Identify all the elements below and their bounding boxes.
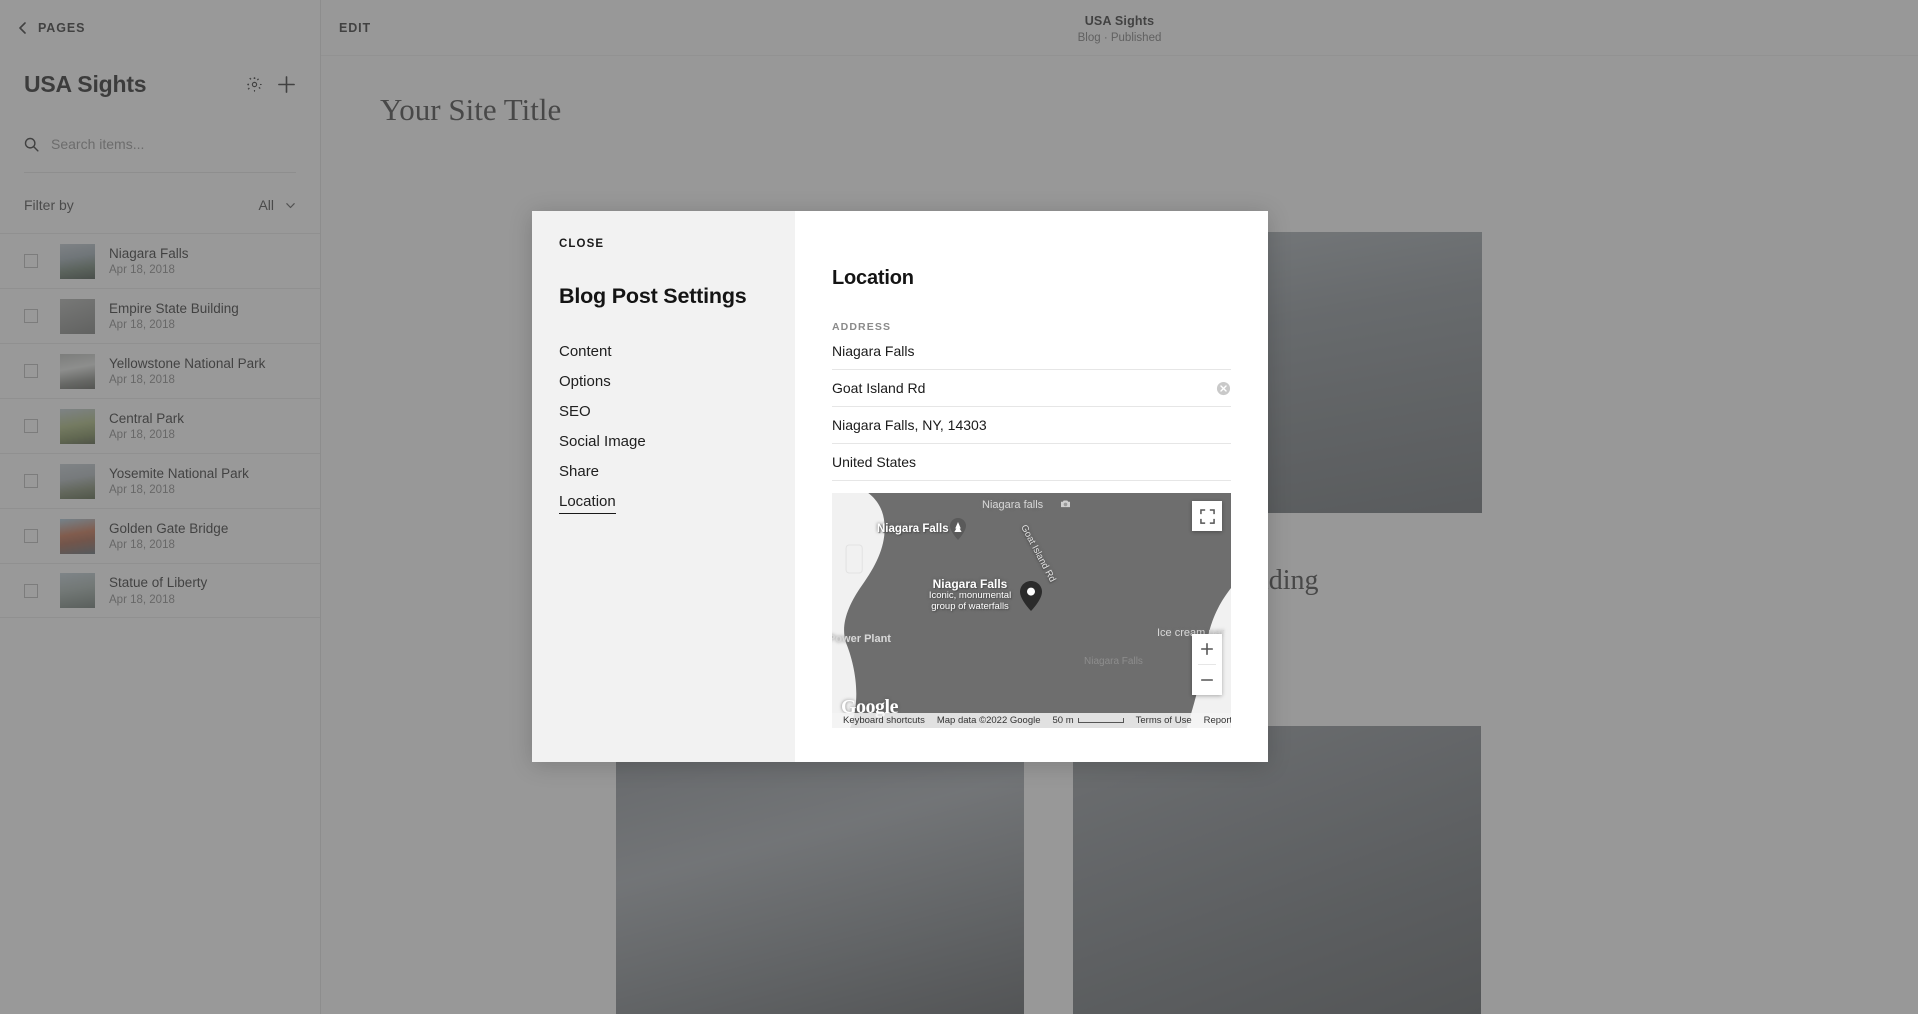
address-line-value[interactable]: Niagara Falls — [832, 343, 1231, 359]
blog-post-settings-modal: CLOSE Blog Post Settings Content Options S… — [532, 211, 1268, 762]
address-line-field[interactable]: United States — [832, 444, 1231, 481]
modal-nav-item-share[interactable]: Share — [559, 457, 599, 487]
address-label: ADDRESS — [832, 321, 892, 333]
address-line-value[interactable]: Niagara Falls, NY, 14303 — [832, 417, 1231, 433]
camera-icon — [1061, 500, 1070, 508]
modal-nav-item-seo[interactable]: SEO — [559, 397, 591, 427]
map-scale-bar — [1077, 718, 1124, 723]
modal-nav: Content Options SEO Social Image Share Locati… — [559, 337, 795, 514]
map-scale-label: 50 m — [1052, 715, 1074, 726]
address-line-value[interactable]: United States — [832, 454, 1231, 470]
map-poi-pin — [950, 518, 966, 540]
modal-nav-item-location[interactable]: Location — [559, 487, 616, 514]
map-zoom-in-button[interactable] — [1192, 634, 1222, 664]
modal-content-location: Location ADDRESS Niagara Falls Goat Islan… — [795, 211, 1268, 762]
location-map[interactable]: Niagara Falls Niagara falls Goat Island … — [832, 493, 1231, 728]
address-line-field[interactable]: Niagara Falls, NY, 14303 — [832, 407, 1231, 444]
address-line-value[interactable]: Goat Island Rd — [832, 380, 1216, 396]
map-fullscreen-button[interactable] — [1192, 501, 1222, 531]
keyboard-shortcuts-link[interactable]: Keyboard shortcuts — [837, 715, 931, 726]
map-scale: 50 m — [1047, 715, 1130, 726]
fullscreen-icon — [1199, 508, 1215, 524]
map-zoom-controls[interactable] — [1192, 634, 1222, 695]
map-marker-pin — [1020, 581, 1042, 611]
address-line-field[interactable]: Goat Island Rd — [832, 370, 1231, 407]
address-line-field[interactable]: Niagara Falls — [832, 333, 1231, 370]
modal-nav-item-options[interactable]: Options — [559, 367, 611, 397]
clear-circle-icon[interactable] — [1216, 381, 1231, 396]
modal-nav-item-content[interactable]: Content — [559, 337, 612, 367]
map-attribution-bar: Keyboard shortcuts Map data ©2022 Google… — [832, 713, 1231, 728]
address-fields: Niagara Falls Goat Island Rd Niagara Falls… — [832, 333, 1231, 481]
modal-heading: Blog Post Settings — [559, 284, 747, 308]
minus-icon — [1200, 679, 1214, 681]
modal-nav-item-social-image[interactable]: Social Image — [559, 427, 646, 457]
section-title: Location — [832, 267, 914, 289]
report-map-error-link[interactable]: Report a map error — [1198, 715, 1231, 726]
plus-icon — [1200, 642, 1214, 656]
modal-sidebar: CLOSE Blog Post Settings Content Options S… — [532, 211, 795, 762]
close-button[interactable]: CLOSE — [559, 238, 604, 250]
map-data-text: Map data ©2022 Google — [936, 715, 1041, 726]
map-zoom-out-button[interactable] — [1192, 665, 1222, 695]
terms-of-use-link[interactable]: Terms of Use — [1130, 715, 1198, 726]
